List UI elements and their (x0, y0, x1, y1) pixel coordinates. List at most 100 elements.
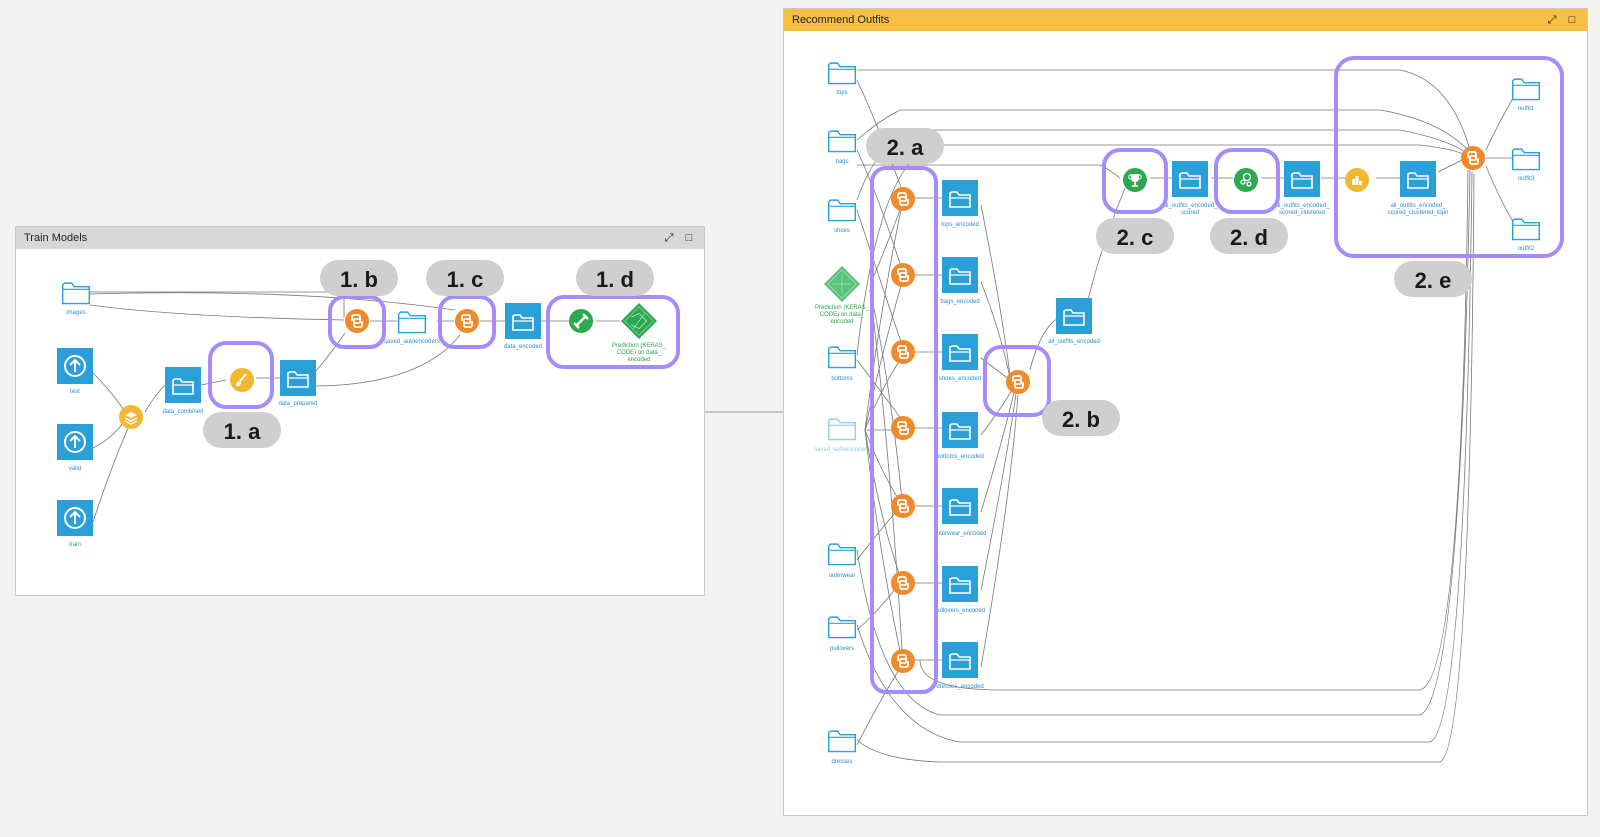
svg-text:tops: tops (836, 90, 847, 96)
dataset-bottoms-encoded[interactable]: bottoms_encoded (936, 412, 984, 460)
topn-recipe[interactable] (1345, 168, 1369, 192)
svg-text:Prediction (KERAS_: Prediction (KERAS_ (815, 305, 870, 311)
folder-saved-autoencoders[interactable]: saved_autoencoders (384, 311, 440, 345)
dataset-data-combined[interactable]: data_combined (162, 367, 204, 415)
dataset-bags-encoded[interactable]: bags_encoded (940, 257, 980, 305)
svg-text:outfit3: outfit3 (1518, 176, 1535, 182)
tag-1b: 1. b (320, 260, 398, 296)
train-model-recipe[interactable] (568, 308, 594, 334)
dataset-dresses-encoded[interactable]: dresses_encoded (936, 642, 984, 690)
python-recipe-1c[interactable] (454, 308, 480, 334)
folder-outerwear[interactable]: outerwear (827, 543, 857, 579)
svg-text:images: images (66, 310, 85, 316)
python-recipe-2a[interactable] (890, 339, 916, 365)
dataset-pullovers-encoded[interactable]: pullovers_encoded (935, 566, 985, 614)
dataset-all-outfits-encoded-scored[interactable]: all_outfits_encoded_ scored (1162, 161, 1218, 216)
svg-text:scored_clustered: scored_clustered (1279, 210, 1325, 216)
dataset-test[interactable]: test (57, 348, 93, 395)
svg-text:1. b: 1. b (340, 267, 378, 292)
svg-text:all_outfits_encoded_: all_outfits_encoded_ (1390, 203, 1446, 209)
svg-text:train: train (69, 542, 81, 548)
svg-text:data_encoded: data_encoded (504, 344, 542, 350)
svg-text:2. d: 2. d (1230, 225, 1268, 250)
svg-text:valid: valid (69, 466, 81, 472)
svg-text:CODE) on data_: CODE) on data_ (820, 312, 865, 318)
dataset-outerwear-encoded[interactable]: outerwear_encoded (933, 488, 987, 537)
svg-text:outfit1: outfit1 (1518, 106, 1535, 112)
svg-text:2. a: 2. a (887, 135, 924, 160)
python-recipe-2a[interactable] (890, 186, 916, 212)
svg-text:all_outfits_encoded_: all_outfits_encoded_ (1162, 203, 1218, 209)
tag-1c: 1. c (426, 260, 504, 296)
svg-text:bottoms_encoded: bottoms_encoded (936, 454, 984, 460)
tag-2e: 2. e (1394, 261, 1472, 297)
flow-diagram: images test valid train data_combined da… (57, 56, 1564, 765)
svg-text:outerwear: outerwear (829, 573, 856, 579)
folder-bottoms[interactable]: bottoms (827, 346, 857, 382)
python-recipe-1b[interactable] (344, 308, 370, 334)
dataset-all-outfits-encoded[interactable]: all_outfits_encoded (1048, 298, 1100, 345)
tag-2a: 2. a (866, 128, 944, 164)
folder-outfit3[interactable]: outfit3 (1511, 148, 1541, 182)
svg-text:data_combined: data_combined (162, 409, 203, 415)
python-recipe-2a[interactable] (890, 415, 916, 441)
svg-text:Prediction (KERAS_: Prediction (KERAS_ (612, 343, 667, 349)
tag-2b: 2. b (1042, 400, 1120, 436)
svg-text:2. e: 2. e (1415, 268, 1452, 293)
model-prediction-keras-rec[interactable]: Prediction (KERAS_ CODE) on data_ encode… (815, 265, 870, 325)
folder-tops[interactable]: tops (827, 62, 857, 96)
model-prediction-keras[interactable]: Prediction (KERAS_ CODE) on data_ encode… (612, 302, 667, 363)
svg-text:pullovers: pullovers (830, 646, 854, 652)
stack-recipe[interactable] (118, 404, 144, 430)
highlight-1d (546, 295, 680, 369)
svg-text:2. b: 2. b (1062, 407, 1100, 432)
svg-text:scored_clustered_topn: scored_clustered_topn (1388, 210, 1449, 216)
folder-shoes[interactable]: shoes (827, 199, 857, 234)
folder-bags[interactable]: bags (827, 130, 857, 165)
score-recipe-2c[interactable] (1122, 167, 1148, 193)
svg-text:saved_autoencoders: saved_autoencoders (384, 339, 440, 345)
dataset-shoes-encoded[interactable]: shoes_encoded (939, 334, 981, 382)
svg-text:2. c: 2. c (1117, 225, 1154, 250)
dataset-all-outfits-encoded-scored-clustered-topn[interactable]: all_outfits_encoded_ scored_clustered_to… (1388, 161, 1449, 216)
train-nodes: images test valid train data_combined da… (57, 282, 667, 548)
folder-saved-autoencoders-rec[interactable]: saved_autoencoders (814, 418, 870, 453)
cluster-recipe-2d[interactable] (1233, 167, 1259, 193)
svg-text:saved_autoencoders: saved_autoencoders (814, 447, 870, 453)
python-recipe-2b[interactable] (1005, 369, 1031, 395)
tag-2c: 2. c (1096, 218, 1174, 254)
svg-text:tops_encoded: tops_encoded (941, 222, 979, 228)
svg-text:shoes: shoes (834, 228, 850, 234)
svg-text:bottoms: bottoms (831, 376, 852, 382)
svg-text:CODE) on data_: CODE) on data_ (617, 350, 662, 356)
svg-text:all_outfits_encoded: all_outfits_encoded (1048, 339, 1100, 345)
tag-1a: 1. a (203, 412, 281, 448)
svg-text:dresses_encoded: dresses_encoded (936, 684, 983, 690)
folder-outfit2[interactable]: outfit2 (1511, 218, 1541, 252)
dataset-data-prepared[interactable]: data_prepared (278, 360, 318, 407)
dataset-data-encoded[interactable]: data_encoded (504, 303, 542, 350)
python-recipe-2a[interactable] (890, 570, 916, 596)
dataset-all-outfits-encoded-scored-clustered[interactable]: all_outfits_encoded_ scored_clustered (1274, 161, 1330, 216)
python-recipe-2a[interactable] (890, 262, 916, 288)
svg-text:test: test (70, 389, 80, 395)
svg-text:1. d: 1. d (596, 267, 634, 292)
folder-pullovers[interactable]: pullovers (827, 616, 857, 652)
folder-dresses[interactable]: dresses (827, 730, 857, 765)
prepare-recipe[interactable] (229, 367, 255, 393)
tag-1d: 1. d (576, 260, 654, 296)
folder-outfit1[interactable]: outfit1 (1511, 78, 1541, 112)
python-recipe-2a[interactable] (890, 648, 916, 674)
dataset-tops-encoded[interactable]: tops_encoded (941, 180, 979, 228)
python-recipe-2a[interactable] (890, 493, 916, 519)
dataset-train[interactable]: train (57, 500, 93, 548)
python-recipe-2e[interactable] (1460, 145, 1486, 171)
svg-text:pullovers_encoded: pullovers_encoded (935, 608, 985, 614)
dataset-valid[interactable]: valid (57, 424, 93, 472)
svg-text:outfit2: outfit2 (1518, 246, 1535, 252)
svg-text:all_outfits_encoded_: all_outfits_encoded_ (1274, 203, 1330, 209)
dataset-images[interactable]: images (61, 282, 91, 316)
svg-text:encoded: encoded (830, 319, 853, 325)
svg-text:1. a: 1. a (224, 419, 261, 444)
svg-text:data_prepared: data_prepared (278, 401, 317, 407)
